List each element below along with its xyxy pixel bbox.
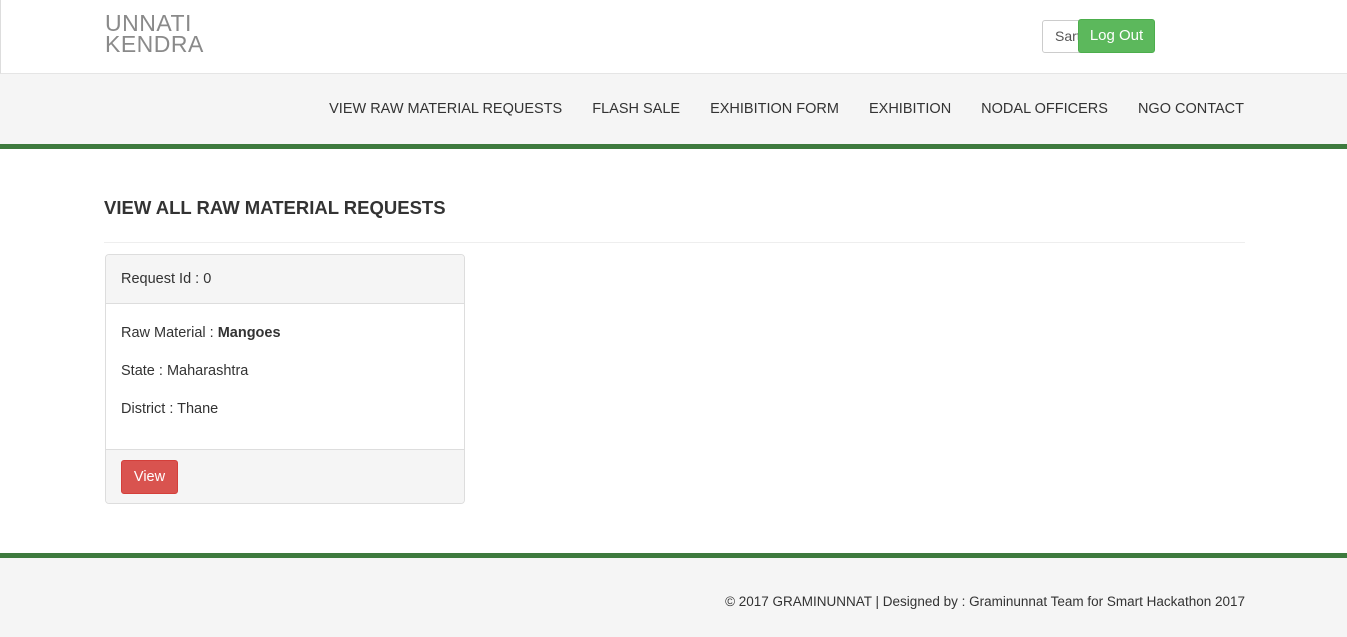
view-button[interactable]: View [121,460,178,494]
top-header: UNNATI KENDRA Sarthak Log Out [0,0,1347,74]
nav-item-nodal-officers[interactable]: NODAL OFFICERS [981,101,1108,117]
nav-item-exhibition[interactable]: EXHIBITION [869,101,951,117]
raw-material-value: Mangoes [217,325,281,341]
nav-item-flash-sale[interactable]: FLASH SALE [592,101,680,117]
page-title: VIEW ALL RAW MATERIAL REQUESTS [104,197,446,218]
request-id: Request Id : 0 [106,255,464,304]
main-navbar: VIEW RAW MATERIAL REQUESTS FLASH SALE EX… [0,74,1347,149]
raw-material-label: Raw Material : [121,325,218,341]
nav-menu: VIEW RAW MATERIAL REQUESTS FLASH SALE EX… [299,74,1244,144]
raw-material-row: Raw Material : Mangoes [121,324,449,362]
request-details: Raw Material : Mangoes State : Maharasht… [106,304,464,449]
logout-button[interactable]: Log Out [1078,19,1155,53]
request-card-footer: View [106,449,464,503]
footer-copyright: © 2017 GRAMINUNNAT | Designed by : Grami… [725,594,1245,609]
page-footer: © 2017 GRAMINUNNAT | Designed by : Grami… [0,553,1347,637]
nav-item-exhibition-form[interactable]: EXHIBITION FORM [710,101,839,117]
nav-item-ngo-contact[interactable]: NGO CONTACT [1138,101,1244,117]
logo[interactable]: UNNATI KENDRA [105,12,204,57]
request-card: Request Id : 0 Raw Material : Mangoes St… [105,254,465,504]
title-divider [104,242,1245,243]
state-row: State : Maharashtra [121,363,249,379]
logo-line-2: KENDRA [105,31,204,57]
nav-item-view-raw-material-requests[interactable]: VIEW RAW MATERIAL REQUESTS [329,101,562,117]
district-row: District : Thane [121,401,219,417]
